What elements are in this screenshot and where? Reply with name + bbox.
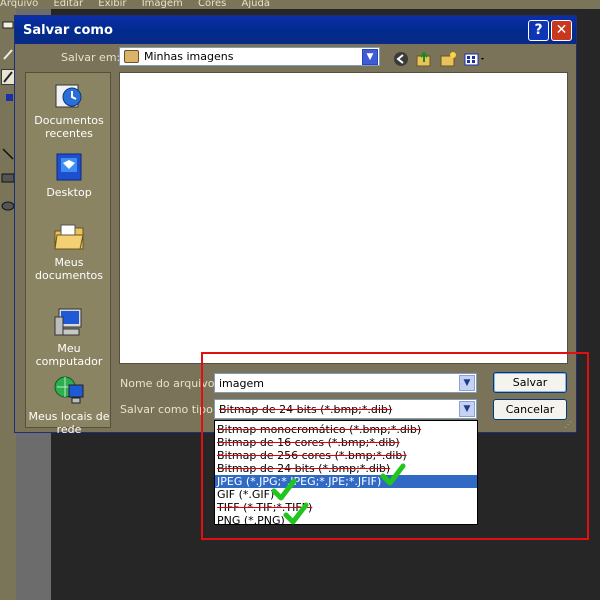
filetype-option[interactable]: Bitmap monocromático (*.bmp;*.dib) (215, 423, 477, 436)
checkmark-icon (380, 463, 406, 487)
dialog-title: Salvar como (23, 23, 113, 38)
filetype-option-label: Bitmap de 24 bits (*.bmp;*.dib) (217, 462, 391, 475)
save-button[interactable]: Salvar (493, 372, 567, 393)
desktop-icon (53, 151, 85, 183)
filetype-option[interactable]: GIF (*.GIF) (215, 488, 477, 501)
up-folder-icon[interactable] (415, 51, 433, 67)
filetype-option-label: JPEG (*.JPG;*.JPEG;*.JPE;*.JFIF) (217, 475, 382, 488)
filetype-option[interactable]: Bitmap de 256 cores (*.bmp;*.dib) (215, 449, 477, 462)
place-my-computer[interactable]: Meu computador (26, 307, 112, 368)
save-as-dialog: Salvar como ? ✕ Salvar em: Minhas imagen… (14, 15, 577, 436)
save-in-dropdown[interactable]: Minhas imagens ▼ (119, 47, 380, 66)
pencil-tool-icon[interactable] (1, 47, 15, 63)
chevron-down-icon[interactable]: ▼ (459, 375, 475, 391)
my-documents-icon (53, 221, 85, 253)
menu-arquivo[interactable]: Arquivo (0, 0, 38, 9)
filetype-option-label: Bitmap de 256 cores (*.bmp;*.dib) (217, 449, 407, 462)
back-icon[interactable] (392, 51, 410, 67)
filetype-option-label: Bitmap de 16 cores (*.bmp;*.dib) (217, 436, 400, 449)
place-recent-documents[interactable]: Documentos recentes (26, 79, 112, 140)
folder-icon (124, 50, 139, 63)
menu-imagem[interactable]: Imagem (142, 0, 183, 9)
place-label: Meus documentos (35, 256, 103, 282)
chevron-down-icon[interactable]: ▼ (362, 49, 378, 65)
filetype-value: Bitmap de 24 bits (*.bmp;*.dib) (219, 403, 393, 416)
place-my-documents[interactable]: Meus documentos (26, 221, 112, 282)
place-label: Meus locais de rede (28, 410, 110, 436)
menu-editar[interactable]: Editar (53, 0, 83, 9)
paint-menubar: Arquivo Editar Exibir Imagem Cores Ajuda (0, 0, 600, 9)
place-desktop[interactable]: Desktop (26, 151, 112, 199)
filename-label: Nome do arquivo: (120, 377, 219, 390)
save-in-value: Minhas imagens (144, 50, 234, 63)
filetype-dropdown[interactable]: Bitmap de 24 bits (*.bmp;*.dib) ▼ (214, 399, 477, 419)
chevron-down-icon[interactable]: ▼ (459, 401, 475, 417)
fill-tool-icon[interactable] (1, 91, 15, 107)
filetype-option-label: Bitmap monocromático (*.bmp;*.dib) (217, 423, 422, 436)
my-computer-icon (53, 307, 85, 339)
brush-tool-icon[interactable] (1, 69, 15, 85)
filetype-label: Salvar como tipo: (120, 403, 217, 416)
close-button[interactable]: ✕ (551, 20, 572, 41)
cancel-button[interactable]: Cancelar (493, 399, 567, 420)
filetype-option-label: GIF (*.GIF) (217, 488, 275, 501)
save-in-label: Salvar em: (61, 51, 121, 64)
filetype-option[interactable]: Bitmap de 24 bits (*.bmp;*.dib) (215, 462, 477, 475)
network-places-icon (53, 375, 85, 407)
place-label: Desktop (46, 186, 92, 199)
checkmark-icon (283, 502, 309, 526)
line-tool-icon[interactable] (1, 147, 15, 163)
filetype-option[interactable]: JPEG (*.JPG;*.JPEG;*.JPE;*.JFIF) (215, 475, 477, 488)
filename-value: imagem (219, 377, 264, 390)
filetype-option[interactable]: TIFF (*.TIF;*.TIFF) (215, 501, 477, 514)
place-label: Meu computador (35, 342, 103, 368)
new-folder-icon[interactable] (439, 51, 457, 67)
checkmark-icon (271, 478, 297, 502)
filename-input[interactable]: imagem ▼ (214, 373, 477, 393)
place-label: Documentos recentes (34, 114, 104, 140)
filetype-option[interactable]: PNG (*.PNG) (215, 514, 477, 527)
help-button[interactable]: ? (528, 20, 549, 41)
recent-documents-icon (53, 79, 85, 111)
dialog-titlebar[interactable]: Salvar como ? ✕ (15, 16, 576, 44)
view-menu-icon[interactable] (463, 51, 487, 67)
place-network-places[interactable]: Meus locais de rede (26, 375, 112, 436)
rectangle-tool-icon[interactable] (1, 171, 15, 187)
places-bar: Documentos recentes Desktop Meus documen… (25, 72, 112, 436)
menu-ajuda[interactable]: Ajuda (242, 0, 270, 9)
file-list-view[interactable] (119, 72, 568, 364)
menu-exibir[interactable]: Exibir (98, 0, 126, 9)
ellipse-tool-icon[interactable] (1, 199, 15, 215)
filetype-option[interactable]: Bitmap de 16 cores (*.bmp;*.dib) (215, 436, 477, 449)
filetype-option-label: PNG (*.PNG) (217, 514, 285, 527)
eraser-tool-icon[interactable] (1, 17, 15, 33)
menu-cores[interactable]: Cores (198, 0, 226, 9)
resize-grip-icon[interactable]: ⋰ (564, 420, 574, 430)
filetype-options-list: Bitmap monocromático (*.bmp;*.dib) Bitmap… (214, 420, 478, 527)
